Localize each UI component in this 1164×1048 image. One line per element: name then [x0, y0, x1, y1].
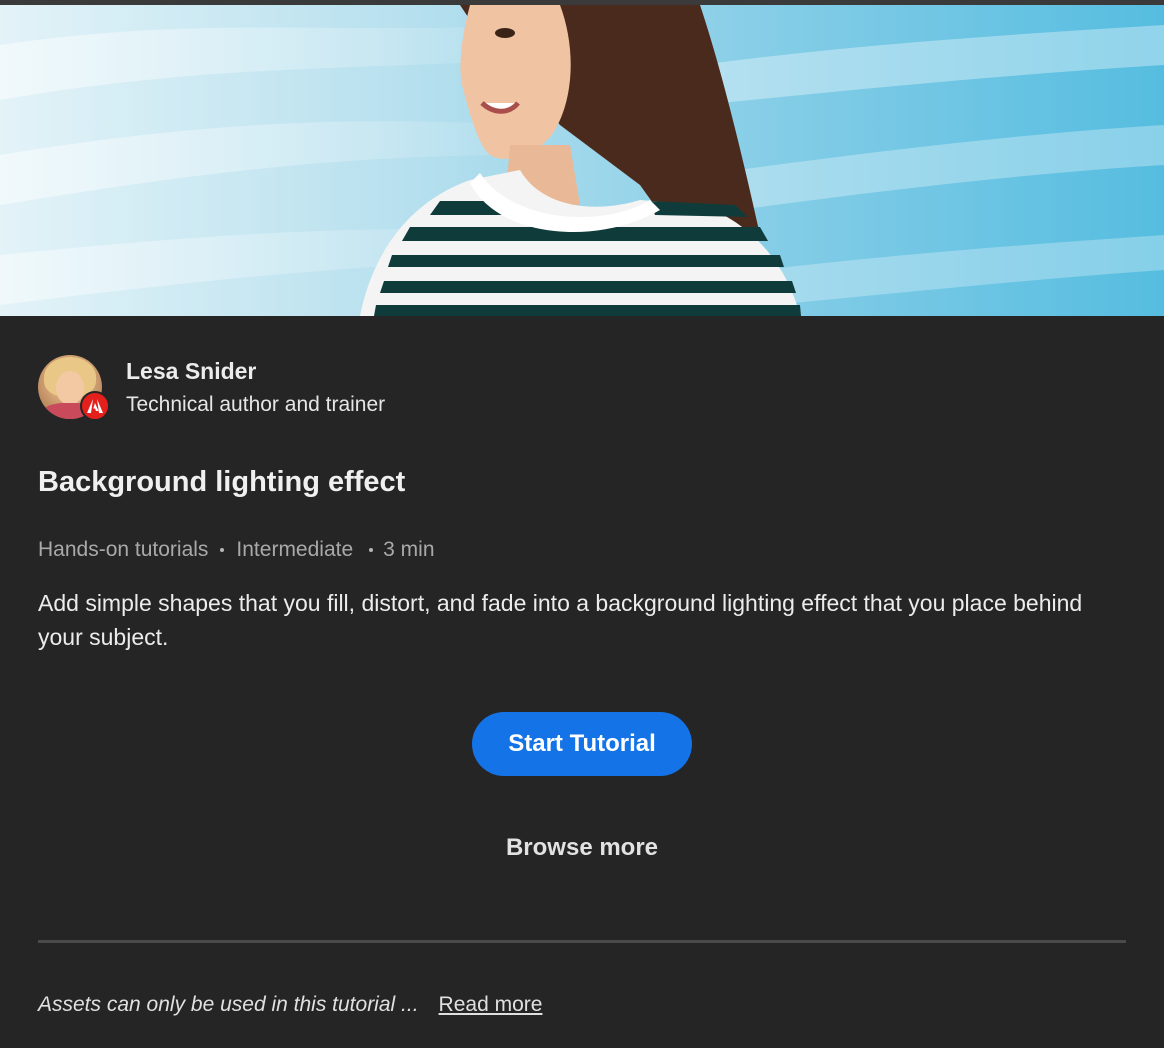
- tutorial-meta: Hands-on tutorials Intermediate 3 min: [38, 538, 435, 562]
- tutorial-title: Background lighting effect: [38, 466, 406, 498]
- author-role: Technical author and trainer: [126, 393, 386, 416]
- hero-image: [0, 5, 1164, 316]
- author-name: Lesa Snider: [126, 358, 257, 384]
- footer: Assets can only be used in this tutorial…: [38, 993, 542, 1017]
- meta-level: Intermediate: [236, 538, 354, 561]
- meta-separator: [369, 548, 374, 552]
- meta-separator: [220, 548, 225, 552]
- start-tutorial-button[interactable]: Start Tutorial: [472, 712, 692, 776]
- tutorial-description: Add simple shapes that you fill, distort…: [38, 590, 1083, 650]
- tutorial-panel: Lesa Snider Technical author and trainer…: [0, 0, 1164, 1048]
- adobe-logo-icon: [80, 391, 110, 421]
- meta-duration: 3 min: [383, 538, 435, 561]
- browse-more-button[interactable]: Browse more: [472, 826, 692, 870]
- assets-note: Assets can only be used in this tutorial…: [38, 993, 419, 1016]
- author-info: Lesa Snider Technical author and trainer: [38, 355, 738, 421]
- divider: [38, 940, 1126, 943]
- meta-category: Hands-on tutorials: [38, 538, 209, 561]
- read-more-link[interactable]: Read more: [439, 993, 543, 1017]
